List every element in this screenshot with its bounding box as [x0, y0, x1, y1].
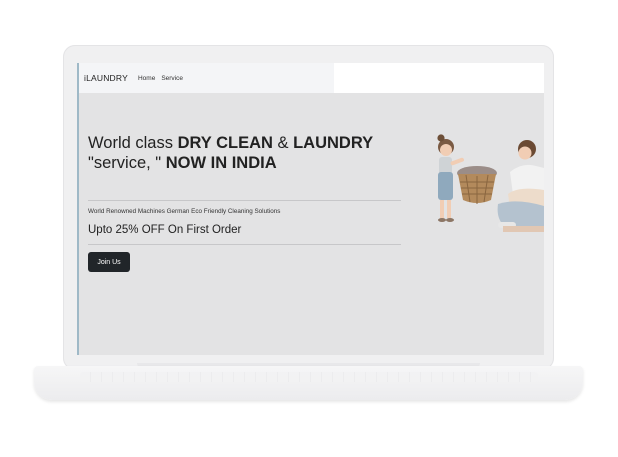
hero-title: World class DRY CLEAN & LAUNDRY "service…	[88, 134, 374, 172]
join-us-button[interactable]: Join Us	[88, 252, 130, 272]
website-viewport: iLAUNDRY Home Service World class DRY CL…	[77, 63, 544, 355]
navbar-blank-area	[334, 63, 544, 93]
hero-illustration	[437, 134, 544, 232]
nav-link-service[interactable]: Service	[161, 75, 183, 82]
navbar: iLAUNDRY Home Service	[79, 63, 334, 93]
hero-tagline: World Renowned Machines German Eco Frien…	[88, 208, 281, 215]
offer-text: Upto 25% OFF On First Order	[88, 224, 242, 236]
laptop-keyboard-edge	[80, 372, 538, 382]
nav-link-home[interactable]: Home	[138, 75, 155, 82]
divider-bottom	[88, 244, 401, 245]
brand-logo[interactable]: iLAUNDRY	[84, 73, 128, 83]
divider-top	[88, 200, 401, 201]
